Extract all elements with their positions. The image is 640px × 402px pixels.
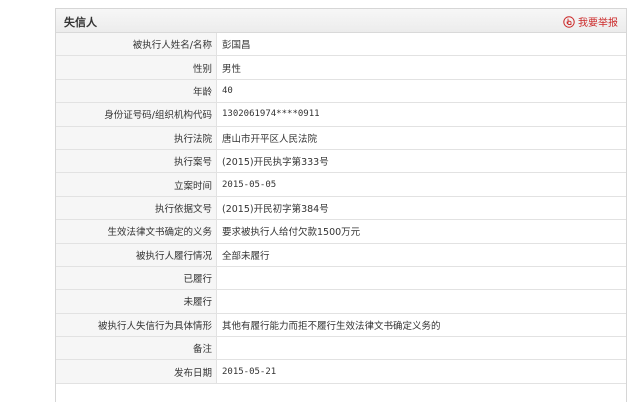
row-value: (2015)开民初字第384号 [216,196,626,221]
row-value: 40 [216,79,626,104]
table-row: 执行法院 唐山市开平区人民法院 [56,126,626,150]
table-row: 被执行人履行情况 全部未履行 [56,243,626,267]
row-value: 男性 [216,55,626,80]
row-label: 执行案号 [56,149,217,174]
table-row: 未履行 [56,289,626,314]
row-value: 要求被执行人给付欠款1500万元 [216,219,626,244]
row-label: 身份证号码/组织机构代码 [56,102,217,127]
row-label: 被执行人履行情况 [56,243,217,267]
row-value: (2015)开民执字第333号 [216,149,626,174]
row-value [216,336,626,361]
row-label: 生效法律文书确定的义务 [56,219,217,244]
report-label[interactable]: 我要举报 [578,14,618,29]
row-label: 执行法院 [56,126,217,150]
row-label: 立案时间 [56,172,217,197]
row-label: 执行依据文号 [56,196,217,221]
table-row: 执行案号 (2015)开民执字第333号 [56,149,626,174]
row-value: 彭国昌 [216,33,626,57]
dishonest-person-panel: 失信人 我要举报 被执行人姓名/名称 彭国昌 性别 男性 年龄 40 身份证号码… [55,8,627,402]
row-label: 性别 [56,55,217,80]
row-label: 未履行 [56,289,217,314]
row-label: 被执行人姓名/名称 [56,33,217,57]
row-value: 唐山市开平区人民法院 [216,126,626,150]
report-link[interactable]: 我要举报 [563,14,618,29]
row-value: 1302061974****0911 [216,102,626,127]
row-value: 其他有履行能力而拒不履行生效法律文书确定义务的 [216,313,626,338]
panel-header: 失信人 我要举报 [56,9,626,33]
row-value: 2015-05-21 [216,359,626,384]
table-row: 生效法律文书确定的义务 要求被执行人给付欠款1500万元 [56,219,626,244]
table-row: 身份证号码/组织机构代码 1302061974****0911 [56,102,626,127]
table-row: 被执行人姓名/名称 彭国昌 [56,33,626,57]
row-value [216,289,626,314]
table-row: 年龄 40 [56,79,626,104]
panel-title: 失信人 [64,16,97,29]
table-row: 立案时间 2015-05-05 [56,172,626,197]
row-label: 被执行人失信行为具体情形 [56,313,217,338]
table-row: 备注 [56,336,626,361]
table-row: 被执行人失信行为具体情形 其他有履行能力而拒不履行生效法律文书确定义务的 [56,313,626,338]
row-value: 2015-05-05 [216,172,626,197]
row-label: 年龄 [56,79,217,104]
page: 失信人 我要举报 被执行人姓名/名称 彭国昌 性别 男性 年龄 40 身份证号码… [0,0,640,402]
table-row: 执行依据文号 (2015)开民初字第384号 [56,196,626,221]
row-value [216,266,626,291]
table-row: 性别 男性 [56,55,626,80]
table-row: 已履行 [56,266,626,291]
table-row: 发布日期 2015-05-21 [56,359,626,384]
info-table: 被执行人姓名/名称 彭国昌 性别 男性 年龄 40 身份证号码/组织机构代码 1… [56,33,626,384]
row-label: 已履行 [56,266,217,291]
row-label: 备注 [56,336,217,361]
hand-pointer-icon [563,15,575,28]
row-label: 发布日期 [56,359,217,384]
row-value: 全部未履行 [216,243,626,267]
